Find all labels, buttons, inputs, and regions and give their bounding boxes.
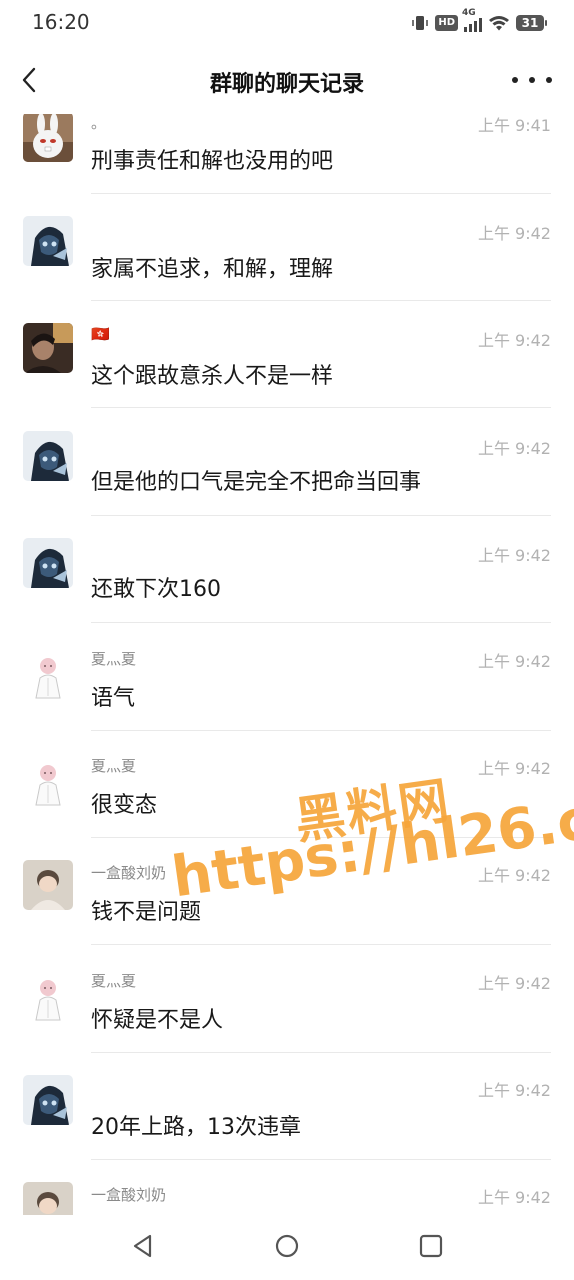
message-item[interactable]: 。 上午 9:41 刑事责任和解也没用的吧 <box>0 108 574 215</box>
message-text[interactable]: 刑事责任和解也没用的吧 <box>91 143 333 175</box>
dark-figure-avatar-icon[interactable] <box>23 216 73 266</box>
wifi-icon <box>489 16 509 31</box>
message-item[interactable]: 🇭🇰 上午 9:42 这个跟故意杀人不是一样 <box>0 323 574 430</box>
message-time: 上午 9:42 <box>477 1081 551 1100</box>
status-time: 16:20 <box>32 10 90 34</box>
divider <box>91 407 551 408</box>
sender-name: 一盒酸刘奶 <box>91 1186 167 1204</box>
message-text[interactable]: 很变态 <box>91 787 157 819</box>
message-time: 上午 9:42 <box>477 224 551 243</box>
vibrate-icon <box>412 16 429 30</box>
battery-icon: 31 <box>516 15 547 31</box>
nav-recent-apps-icon[interactable] <box>418 1233 444 1259</box>
message-text[interactable]: 但是他的口气是完全不把命当回事 <box>91 464 421 496</box>
more-options-icon[interactable] <box>512 66 552 94</box>
network-type: 4G <box>462 8 476 18</box>
message-time: 上午 9:42 <box>477 1188 551 1207</box>
message-item[interactable]: 夏灬夏 上午 9:42 语气 <box>0 646 574 753</box>
sender-name: 一盒酸刘奶 <box>91 864 167 882</box>
rabbit-avatar-icon[interactable] <box>23 112 73 162</box>
pink-doll-avatar-icon[interactable] <box>23 650 73 700</box>
nav-back-icon[interactable] <box>130 1233 156 1259</box>
message-text[interactable]: 20年上路，13次违章 <box>91 1109 301 1141</box>
sender-name: 。 <box>91 114 107 132</box>
message-text[interactable]: 家属不追求，和解，理解 <box>91 251 333 283</box>
dark-figure-avatar-icon[interactable] <box>23 1075 73 1125</box>
status-bar: 16:20 HD 4G 31 <box>0 0 574 44</box>
message-item[interactable]: 上午 9:42 家属不追求，和解，理解 <box>0 216 574 323</box>
message-text[interactable]: 还敢下次160 <box>91 571 221 603</box>
message-item[interactable]: 上午 9:42 20年上路，13次违章 <box>0 1075 574 1182</box>
message-time: 上午 9:42 <box>477 759 551 778</box>
message-item[interactable]: 上午 9:42 但是他的口气是完全不把命当回事 <box>0 431 574 538</box>
message-item[interactable]: 一盒酸刘奶 上午 9:42 <box>0 1182 574 1215</box>
message-time: 上午 9:42 <box>477 331 551 350</box>
divider <box>91 1052 551 1053</box>
divider <box>91 515 551 516</box>
sender-flag: 🇭🇰 <box>91 325 110 343</box>
message-time: 上午 9:42 <box>477 652 551 671</box>
message-item[interactable]: 上午 9:42 还敢下次160 <box>0 538 574 645</box>
person-photo-avatar-icon[interactable] <box>23 323 73 373</box>
dark-figure-avatar-icon[interactable] <box>23 431 73 481</box>
dark-figure-avatar-icon[interactable] <box>23 538 73 588</box>
divider <box>91 193 551 194</box>
status-icons: HD 4G 31 <box>411 8 547 34</box>
sender-name: 夏灬夏 <box>91 972 137 990</box>
child-photo-avatar-icon[interactable] <box>23 860 73 910</box>
signal-icon: 4G <box>462 8 482 32</box>
message-item[interactable]: 夏灬夏 上午 9:42 怀疑是不是人 <box>0 968 574 1075</box>
pink-doll-avatar-icon[interactable] <box>23 757 73 807</box>
divider <box>91 300 551 301</box>
child-photo-avatar-icon[interactable] <box>23 1182 73 1215</box>
message-time: 上午 9:42 <box>477 439 551 458</box>
message-text[interactable]: 语气 <box>91 680 135 712</box>
divider <box>91 944 551 945</box>
message-list[interactable]: 。 上午 9:41 刑事责任和解也没用的吧 上午 9:42 家属不追求，和解，理… <box>0 0 574 1215</box>
sender-name: 夏灬夏 <box>91 757 137 775</box>
message-time: 上午 9:41 <box>477 116 551 135</box>
sender-name: 夏灬夏 <box>91 650 137 668</box>
divider <box>91 622 551 623</box>
pink-doll-avatar-icon[interactable] <box>23 972 73 1022</box>
divider <box>91 730 551 731</box>
message-text[interactable]: 怀疑是不是人 <box>91 1002 223 1034</box>
message-time: 上午 9:42 <box>477 974 551 993</box>
hd-icon: HD <box>435 15 458 31</box>
page-title: 群聊的聊天记录 <box>209 72 364 97</box>
nav-home-icon[interactable] <box>274 1233 300 1259</box>
message-time: 上午 9:42 <box>477 546 551 565</box>
title-bar: 群聊的聊天记录 <box>0 44 574 114</box>
message-text[interactable]: 这个跟故意杀人不是一样 <box>91 358 333 390</box>
navigation-bar <box>0 1215 574 1280</box>
divider <box>91 1159 551 1160</box>
